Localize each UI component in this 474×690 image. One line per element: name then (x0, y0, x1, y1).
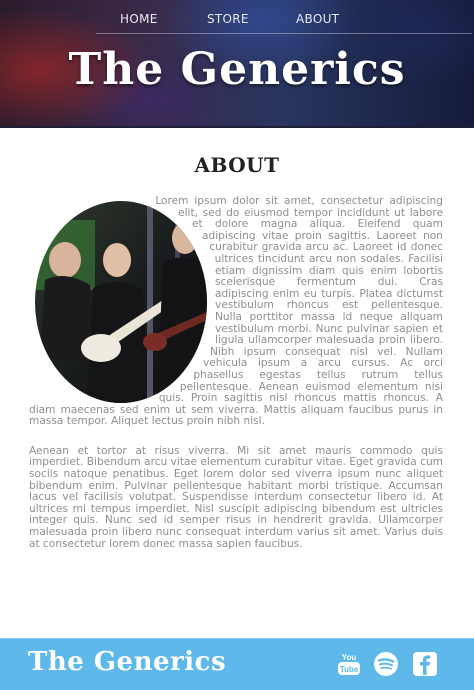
site-title: The Generics (68, 44, 406, 95)
nav-about[interactable]: ABOUT (296, 12, 339, 26)
about-content: Lorem ipsum dolor sit amet, consectetur … (29, 195, 443, 550)
nav-home[interactable]: HOME (120, 12, 158, 26)
band-photo (35, 200, 207, 404)
about-paragraph-1: Lorem ipsum dolor sit amet, consectetur … (29, 195, 443, 428)
site-header: HOME STORE ABOUT The Generics (0, 0, 474, 128)
spotify-icon[interactable] (373, 651, 399, 677)
main-nav: HOME STORE ABOUT (0, 12, 474, 32)
site-footer: The Generics You Tube (0, 638, 474, 690)
footer-title: The Generics (28, 647, 227, 677)
nav-divider (96, 33, 472, 34)
youtube-icon[interactable]: You Tube (337, 651, 361, 677)
svg-text:Tube: Tube (340, 665, 359, 674)
facebook-icon[interactable] (412, 651, 438, 677)
about-paragraph-2: Aenean et tortor at risus viverra. Mi si… (29, 444, 443, 550)
nav-store[interactable]: STORE (207, 12, 249, 26)
section-title: ABOUT (194, 153, 280, 177)
svg-text:You: You (342, 653, 357, 662)
